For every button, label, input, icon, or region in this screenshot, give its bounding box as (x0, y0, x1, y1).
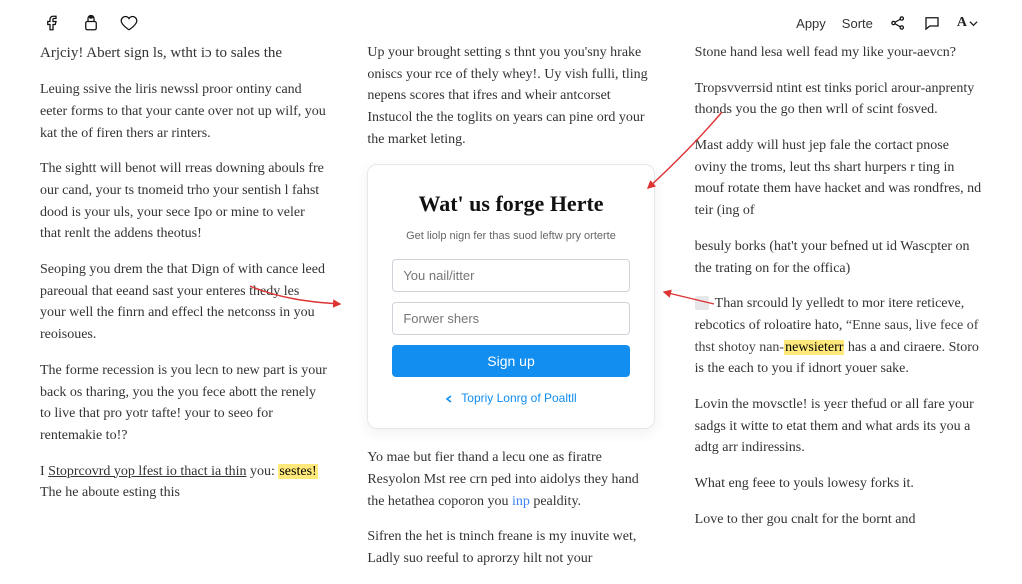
c1-p6-pre: I (40, 464, 48, 479)
column-2: Up your brought setting s thnt you you's… (367, 42, 654, 584)
c1-p4: Seoping you drem the that Dign of with c… (40, 259, 327, 346)
signup-button[interactable]: Sign up (392, 345, 629, 377)
facebook-icon[interactable] (44, 14, 62, 32)
c2-p2-post: pealdity. (530, 494, 581, 509)
c3-p7: What eng feee to youls lowesy forks it. (695, 473, 982, 495)
top-bar-right: Appy Sorte A (796, 14, 978, 32)
c2-p1: Up your brought setting s thnt you you's… (367, 42, 654, 150)
c2-p3: Sifren the het is tninch freane is my in… (367, 526, 654, 569)
c3-p4: besuly borks (hat't your befned ut id Wa… (695, 236, 982, 279)
c2-p2-link[interactable]: inp (512, 494, 530, 509)
column-1: Arjciy! Abert sign ls, wtht iɔ to sales … (40, 42, 327, 584)
arrow-left-icon (445, 394, 455, 404)
chevron-down-icon (969, 19, 978, 28)
signup-name-input[interactable] (392, 259, 629, 292)
c1-p5: The forme recession is you lecn to new p… (40, 360, 327, 447)
share-alt-icon[interactable] (889, 14, 907, 32)
c1-p6-tail: The he aboute esting this (40, 485, 180, 500)
c2-p2-pre: Yo mae but fier thand a lecu one as fira… (367, 450, 638, 508)
c1-p2: Leuing ssive the liris newssl proor onti… (40, 79, 327, 144)
signup-card: Wat' us forge Herte Get liolp nign fer t… (367, 164, 654, 429)
c3-p8: Love to ther gou cnalt for the bornt and (695, 509, 982, 531)
c3-p5: Than srcould ly yelledt to mor itere ret… (695, 293, 982, 380)
account-icon: A (957, 15, 967, 31)
column-3: Stone hand lesa well fead my like your-a… (695, 42, 982, 584)
top-link-sorte[interactable]: Sorte (842, 16, 873, 31)
c1-p6-ul: Stoprcovrd yop lfest io thact ia thin (48, 464, 246, 479)
signup-toggle-link[interactable]: Topriy Lonrg of Poaltll (445, 389, 576, 408)
c3-p1: Stone hand lesa well fead my like your-a… (695, 42, 982, 64)
c3-p3: Mast addy will hust jep fale the cortact… (695, 135, 982, 222)
heart-icon[interactable] (120, 14, 138, 32)
top-bar-left (44, 14, 138, 32)
c1-p6-mark: sestes! (278, 464, 317, 479)
c1-p6-post: you: (246, 464, 278, 479)
signup-toggle-label: Topriy Lonrg of Poaltll (461, 389, 576, 408)
share-icon[interactable] (82, 14, 100, 32)
comment-icon[interactable] (923, 14, 941, 32)
c1-p6: I Stoprcovrd yop lfest io thact ia thin … (40, 461, 327, 504)
top-bar: Appy Sorte A (0, 0, 1022, 42)
c3-p2: Tropsvverrsid ntint est tinks poricl aro… (695, 78, 982, 121)
signup-title: Wat' us forge Herte (392, 187, 629, 221)
c3-p5-mark: newsieterr (784, 340, 844, 355)
c2-p2: Yo mae but fier thand a lecu one as fira… (367, 447, 654, 512)
checkbox-icon[interactable] (695, 296, 709, 310)
top-link-appy[interactable]: Appy (796, 16, 826, 31)
signup-password-input[interactable] (392, 302, 629, 335)
c3-p6: Lovin the movsctle! is yeɛr thefud or al… (695, 394, 982, 459)
signup-subtitle: Get liolp nign fer thas suod leftw pry o… (392, 228, 629, 245)
account-menu[interactable]: A (957, 15, 978, 31)
c1-p1: Arjciy! Abert sign ls, wtht iɔ to sales … (40, 42, 327, 65)
article-columns: Arjciy! Abert sign ls, wtht iɔ to sales … (0, 42, 1022, 584)
c1-p3: The sightt will benot will rreas downing… (40, 158, 327, 245)
